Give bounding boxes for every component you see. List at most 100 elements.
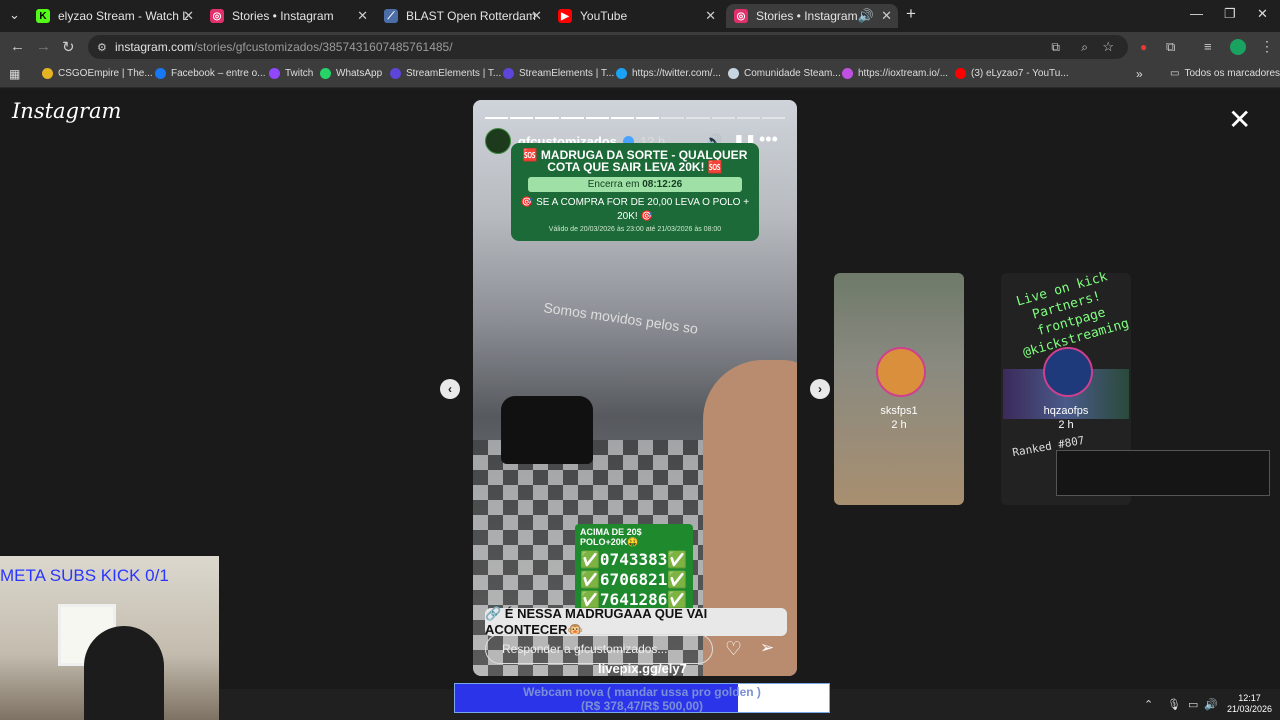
story-time: 2 h <box>891 419 907 431</box>
toolbar: ← → ↻ ⚙ instagram.com/stories/gfcustomiz… <box>0 32 1280 62</box>
tab-title: Stories • Instagram <box>232 9 334 23</box>
minimize-button[interactable]: — <box>1190 6 1203 21</box>
next-story-sksfps1[interactable]: sksfps1 2 h <box>834 273 964 505</box>
bookmark-label: Twitch <box>285 68 314 79</box>
volume-icon[interactable]: 🔊 <box>1204 698 1218 711</box>
tab-instagram-active[interactable]: ◎ Stories • Instagram 🔊 ✕ <box>726 4 898 28</box>
clock-time: 12:17 <box>1238 693 1261 703</box>
bookmark-label: Comunidade Steam... <box>744 68 841 79</box>
meta-subs-text: META SUBS KICK 0/1 <box>0 566 169 585</box>
network-icon[interactable]: ▭ <box>1188 698 1198 711</box>
bookmark-item[interactable]: https://ioxtream.io/... <box>842 68 948 79</box>
steam-icon <box>728 68 739 79</box>
reload-button[interactable]: ↻ <box>62 38 75 56</box>
extensions-icon[interactable]: ⧉ <box>1166 39 1175 55</box>
bookmark-item[interactable]: WhatsApp <box>320 68 382 79</box>
twitch-icon <box>269 68 280 79</box>
close-window-button[interactable]: ✕ <box>1257 6 1268 22</box>
numbers-header: ACIMA DE 20$ POLO+20K🤑 <box>580 527 642 547</box>
number-item: ✅6706821✅ <box>580 570 688 589</box>
back-button[interactable]: ← <box>10 38 25 55</box>
close-icon[interactable]: ✕ <box>531 8 542 24</box>
chevron-up-icon[interactable]: ⌃ <box>1144 698 1153 711</box>
instagram-logo[interactable]: Instagram <box>12 99 121 123</box>
bookmark-item[interactable]: Twitch <box>269 68 313 79</box>
system-clock[interactable]: 12:17 21/03/2026 <box>1227 693 1272 715</box>
bookmarks-bar: ▦ CSGOEmpire | The... Facebook – entre o… <box>0 62 1280 88</box>
bookmark-item[interactable]: StreamElements | T... <box>503 68 614 79</box>
tab-title: Stories • Instagram <box>756 9 858 23</box>
goal-value: (R$ 378,47/R$ 500,00) <box>580 699 704 713</box>
facebook-icon <box>155 68 166 79</box>
send-icon[interactable]: ➢ <box>760 638 774 658</box>
site-info-icon[interactable]: ⚙ <box>97 41 107 54</box>
bookmark-item[interactable]: https://twitter.com/... <box>616 68 721 79</box>
bookmark-label: StreamElements | T... <box>519 68 615 79</box>
csgoempire-icon <box>42 68 53 79</box>
heart-icon[interactable]: ♡ <box>725 638 742 661</box>
tab-instagram-1[interactable]: ◎ Stories • Instagram ✕ <box>202 4 374 28</box>
progress-segment <box>560 117 584 119</box>
progress-segment <box>761 117 786 119</box>
hltv-icon: ⟋ <box>384 9 398 23</box>
microphone-icon[interactable]: 🎙 <box>1167 698 1181 711</box>
number-item: ✅0743383✅ <box>580 550 688 569</box>
restore-button[interactable]: ❐ <box>1224 6 1236 22</box>
profile-avatar[interactable] <box>1230 39 1246 55</box>
bookmark-label: CSGOEmpire | The... <box>58 68 153 79</box>
star-icon[interactable]: ☆ <box>1102 39 1114 55</box>
new-tab-button[interactable]: + <box>906 4 916 24</box>
apps-icon[interactable]: ▦ <box>9 67 20 81</box>
clock-date: 21/03/2026 <box>1226 704 1272 714</box>
tab-blast[interactable]: ⟋ BLAST Open Rotterdam 2026 de ✕ <box>376 4 548 28</box>
kick-icon: K <box>36 9 50 23</box>
story-card[interactable]: Somos movidos pelos so gfcustomizados 12… <box>473 100 797 676</box>
ioxtream-icon <box>842 68 853 79</box>
whatsapp-icon <box>320 68 331 79</box>
countdown: Encerra em 08:12:26 <box>528 177 742 192</box>
close-icon[interactable]: ✕ <box>705 8 716 24</box>
menu-icon[interactable]: ⋮ <box>1260 38 1274 55</box>
streamelements-icon <box>390 68 401 79</box>
tab-search-icon[interactable]: ⌄ <box>9 7 20 23</box>
url-path: /stories/gfcustomizados/3857431607485761… <box>193 40 453 54</box>
promo-card: 🆘 MADRUGA DA SORTE - QUALQUER COTA QUE S… <box>511 143 759 241</box>
close-icon[interactable]: ✕ <box>881 8 892 24</box>
promo-validity: Válido de 20/03/2026 às 23:00 até 21/03/… <box>548 226 722 233</box>
tab-title: elyzao Stream - Watch Live on Kick <box>58 9 188 23</box>
bookmark-label: (3) eLyzao7 - YouTu... <box>971 68 1069 79</box>
zoom-icon[interactable]: ⌕ <box>1081 40 1088 55</box>
progress-segment <box>585 117 609 119</box>
close-icon[interactable]: ✕ <box>357 8 368 24</box>
forward-button[interactable]: → <box>36 38 51 55</box>
scrollbar[interactable] <box>1270 89 1280 689</box>
tab-youtube[interactable]: ▶ YouTube ✕ <box>550 4 722 28</box>
lottery-numbers: ACIMA DE 20$ POLO+20K🤑 ✅0743383✅ ✅670682… <box>575 524 693 613</box>
more-options-icon[interactable]: ••• <box>759 129 778 150</box>
bookmark-item[interactable]: Facebook – entre o... <box>155 68 266 79</box>
speaker-icon[interactable]: 🔊 <box>858 8 874 24</box>
close-icon[interactable]: ✕ <box>183 8 194 24</box>
close-icon[interactable]: ✕ <box>1228 103 1251 136</box>
media-icon[interactable]: ≡ <box>1204 39 1212 54</box>
countdown-value: 08:12:26 <box>642 179 683 190</box>
bookmark-item[interactable]: CSGOEmpire | The... <box>42 68 153 79</box>
bookmarks-folder[interactable]: ▭ Todos os marcadores <box>1170 68 1280 79</box>
reply-input[interactable]: Responder a gfcustomizados... <box>485 634 713 664</box>
streamelements-icon <box>503 68 514 79</box>
extension-icon[interactable]: ● <box>1140 40 1147 54</box>
bookmark-item[interactable]: StreamElements | T... <box>390 68 501 79</box>
webcam-overlay: META SUBS KICK 0/1 <box>0 556 219 720</box>
cast-icon[interactable]: ⧉ <box>1051 40 1060 55</box>
overlay-widget <box>1056 450 1270 496</box>
bookmark-item[interactable]: Comunidade Steam... <box>728 68 841 79</box>
address-bar[interactable]: ⚙ instagram.com/stories/gfcustomizados/3… <box>88 35 1128 59</box>
avatar[interactable] <box>485 128 511 154</box>
bookmark-item[interactable]: (3) eLyzao7 - YouTu... <box>955 68 1069 79</box>
next-story-button[interactable]: › <box>810 379 830 399</box>
more-bookmarks-icon[interactable]: » <box>1136 67 1143 81</box>
promo-title: 🆘 MADRUGA DA SORTE - QUALQUER COTA QUE S… <box>522 148 748 174</box>
previous-story-button[interactable]: ‹ <box>440 379 460 399</box>
folder-icon: ▭ <box>1170 68 1180 79</box>
tab-kick[interactable]: K elyzao Stream - Watch Live on Kick ✕ <box>28 4 200 28</box>
